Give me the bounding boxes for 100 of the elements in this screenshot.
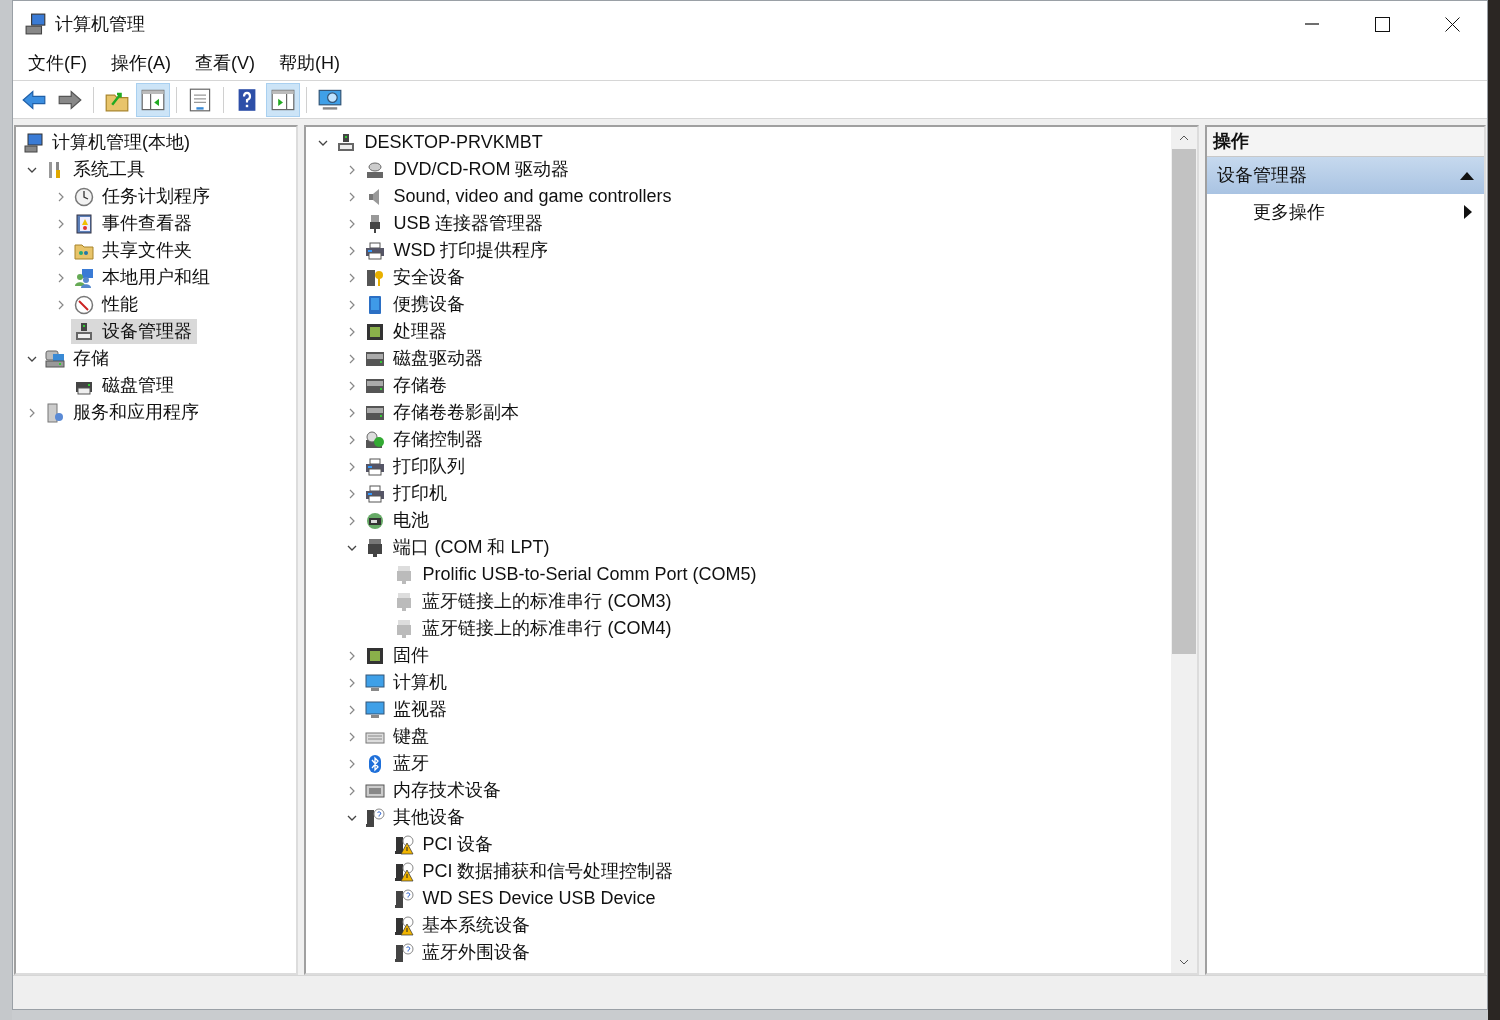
printer-icon xyxy=(365,240,386,261)
expand-chevron-icon[interactable] xyxy=(348,731,355,742)
collapse-chevron-icon[interactable] xyxy=(317,139,328,146)
tree-item[interactable]: 系统工具 xyxy=(42,157,150,182)
tree-item[interactable]: USB 连接器管理器 xyxy=(362,211,549,236)
tree-item[interactable]: 共享文件夹 xyxy=(71,238,197,263)
expand-chevron-icon[interactable] xyxy=(57,191,64,202)
tree-item[interactable]: 其他设备 xyxy=(362,805,471,830)
tree-item[interactable]: 处理器 xyxy=(362,319,453,344)
tree-item[interactable]: 存储卷卷影副本 xyxy=(362,400,525,425)
tree-item[interactable]: 基本系统设备 xyxy=(391,913,536,938)
menu-item[interactable]: 帮助(H) xyxy=(272,48,347,79)
collapse-chevron-icon[interactable] xyxy=(346,814,357,821)
tree-item[interactable]: 固件 xyxy=(362,643,435,668)
scrollbar[interactable] xyxy=(1170,127,1197,973)
expand-chevron-icon[interactable] xyxy=(348,515,355,526)
expand-chevron-icon[interactable] xyxy=(348,218,355,229)
tree-item[interactable]: 打印队列 xyxy=(362,454,471,479)
tree-item[interactable]: PCI 设备 xyxy=(391,832,499,857)
scroll-down-icon[interactable] xyxy=(1178,959,1189,965)
tree-item[interactable]: 磁盘管理 xyxy=(71,373,179,398)
tree-item[interactable]: WD SES Device USB Device xyxy=(391,886,661,911)
tree-item[interactable]: WSD 打印提供程序 xyxy=(362,238,554,263)
tree-item[interactable]: 打印机 xyxy=(362,481,453,506)
submenu-triangle-icon xyxy=(1464,205,1472,219)
tree-item[interactable]: 计算机管理(本地) xyxy=(21,130,195,155)
toolbar-button[interactable] xyxy=(136,82,170,117)
expand-chevron-icon[interactable] xyxy=(28,407,35,418)
expand-chevron-icon[interactable] xyxy=(348,785,355,796)
action-pane-icon xyxy=(271,87,295,112)
expand-chevron-icon[interactable] xyxy=(348,758,355,769)
tree-item[interactable]: 电池 xyxy=(362,508,435,533)
tree-item[interactable]: PCI 数据捕获和信号处理控制器 xyxy=(391,859,679,884)
tree-item[interactable]: 磁盘驱动器 xyxy=(362,346,489,371)
expand-chevron-icon[interactable] xyxy=(348,164,355,175)
tree-item[interactable]: 设备管理器 xyxy=(71,319,197,344)
tree-item[interactable]: 存储卷 xyxy=(362,373,453,398)
maximize-icon xyxy=(1374,16,1390,32)
tree-item[interactable]: 计算机 xyxy=(362,670,453,695)
toolbar-button[interactable] xyxy=(266,82,300,117)
expand-chevron-icon[interactable] xyxy=(348,407,355,418)
tree-item[interactable]: 性能 xyxy=(71,292,143,317)
tree-item[interactable]: 安全设备 xyxy=(362,265,471,290)
tree-item[interactable]: 便携设备 xyxy=(362,292,471,317)
expand-chevron-icon[interactable] xyxy=(348,488,355,499)
collapse-chevron-icon[interactable] xyxy=(346,544,357,551)
tree-item[interactable]: 存储控制器 xyxy=(362,427,489,452)
monitor-search-icon xyxy=(318,87,342,112)
expand-chevron-icon[interactable] xyxy=(348,434,355,445)
clock-icon xyxy=(74,186,94,207)
battery-icon xyxy=(365,510,386,531)
menu-item[interactable]: 文件(F) xyxy=(21,48,94,79)
tree-item[interactable]: 任务计划程序 xyxy=(71,184,215,209)
tree-item[interactable]: 蓝牙 xyxy=(362,751,435,776)
tree-item[interactable]: 事件查看器 xyxy=(71,211,197,236)
expand-chevron-icon[interactable] xyxy=(348,326,355,337)
chip-icon xyxy=(365,645,386,666)
expand-chevron-icon[interactable] xyxy=(57,245,64,256)
expand-chevron-icon[interactable] xyxy=(57,299,64,310)
collapse-chevron-icon[interactable] xyxy=(26,355,37,362)
tree-item[interactable]: 本地用户和组 xyxy=(71,265,215,290)
menu-item[interactable]: 查看(V) xyxy=(188,48,262,79)
scrollbar-thumb[interactable] xyxy=(1171,149,1196,654)
expand-chevron-icon[interactable] xyxy=(348,380,355,391)
properties-icon xyxy=(188,87,212,112)
tree-item[interactable]: 蓝牙外围设备 xyxy=(391,940,536,965)
expand-chevron-icon[interactable] xyxy=(348,245,355,256)
tree-item[interactable]: DVD/CD-ROM 驱动器 xyxy=(362,157,575,182)
chip-icon xyxy=(365,321,386,342)
controller-icon xyxy=(365,429,386,450)
expand-chevron-icon[interactable] xyxy=(348,677,355,688)
action-item[interactable]: 更多操作 xyxy=(1206,194,1484,230)
expand-chevron-icon[interactable] xyxy=(348,461,355,472)
tree-item[interactable]: Sound, video and game controllers xyxy=(362,184,677,209)
expand-chevron-icon[interactable] xyxy=(348,272,355,283)
expand-chevron-icon[interactable] xyxy=(57,272,64,283)
expand-chevron-icon[interactable] xyxy=(348,704,355,715)
device-icon xyxy=(336,132,357,153)
tree-item[interactable]: 监视器 xyxy=(362,697,453,722)
tree-item[interactable]: 存储 xyxy=(42,346,114,371)
tree-item[interactable]: 蓝牙链接上的标准串行 (COM3) xyxy=(391,589,677,614)
scroll-up-icon[interactable] xyxy=(1178,135,1189,141)
tree-item[interactable]: Prolific USB-to-Serial Comm Port (COM5) xyxy=(391,562,762,587)
tree-item[interactable]: 内存技术设备 xyxy=(362,778,507,803)
tree-item[interactable]: 蓝牙链接上的标准串行 (COM4) xyxy=(391,616,677,641)
tree-item[interactable]: 端口 (COM 和 LPT) xyxy=(362,535,555,560)
collapse-triangle-icon xyxy=(1460,171,1474,180)
expand-chevron-icon[interactable] xyxy=(348,650,355,661)
expand-chevron-icon[interactable] xyxy=(348,353,355,364)
collapse-chevron-icon[interactable] xyxy=(26,166,37,173)
expand-chevron-icon[interactable] xyxy=(348,299,355,310)
tree-item[interactable]: 键盘 xyxy=(362,724,435,749)
gauge-icon xyxy=(74,294,94,315)
unknown-device-icon xyxy=(394,888,415,909)
tree-item[interactable]: 服务和应用程序 xyxy=(42,400,204,425)
expand-chevron-icon[interactable] xyxy=(57,218,64,229)
tree-item[interactable]: DESKTOP-PRVKMBT xyxy=(333,130,548,155)
menu-item[interactable]: 操作(A) xyxy=(104,48,178,79)
actions-section[interactable]: 设备管理器 xyxy=(1206,157,1484,194)
expand-chevron-icon[interactable] xyxy=(348,191,355,202)
